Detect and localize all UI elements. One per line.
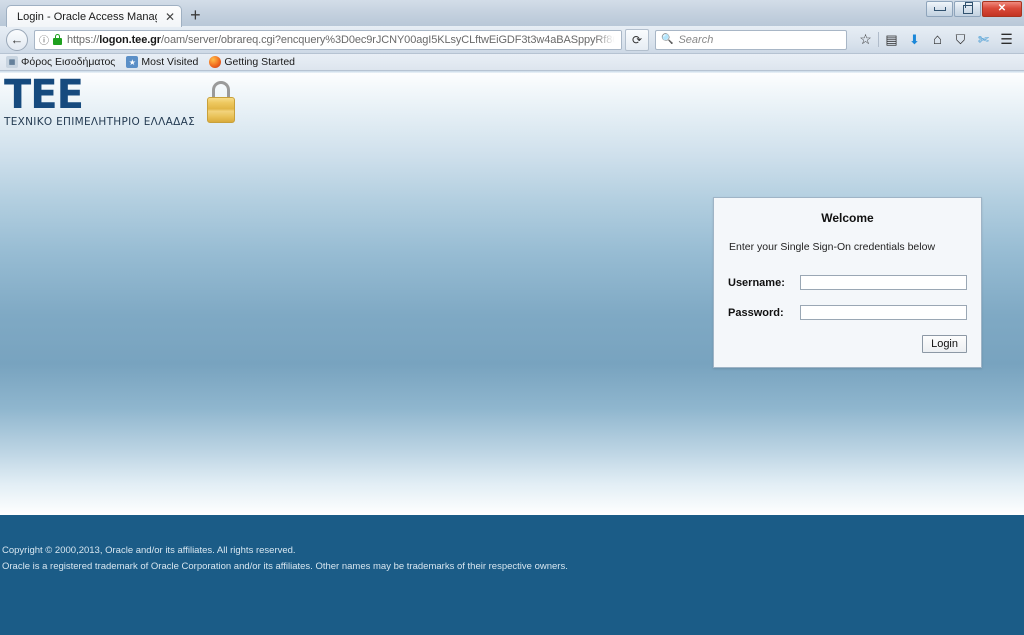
tee-logo-mark: ΤΕΕ	[4, 72, 84, 118]
search-placeholder: Search	[678, 33, 714, 46]
ssl-lock-icon	[53, 34, 62, 45]
home-icon[interactable]: ⌂	[926, 29, 949, 51]
copyright-line-1: Copyright © 2000,2013, Oracle and/or its…	[2, 545, 296, 556]
window-restore-button[interactable]	[954, 1, 981, 17]
login-panel-title: Welcome	[821, 211, 874, 225]
password-label: Password:	[728, 306, 784, 319]
window-close-button[interactable]: ✕	[982, 1, 1022, 17]
page-content: ΤΕΕ ΤΕΧΝΙΚΟ ΕΠΙΜΕΛΗΤΗΡΙΟ ΕΛΛΑΔΑΣ Welcome…	[0, 71, 1024, 515]
username-row: Username:	[728, 275, 967, 290]
most-visited-icon: ★	[126, 56, 139, 68]
brand-text: ΤΕΕ ΤΕΧΝΙΚΟ ΕΠΙΜΕΛΗΤΗΡΙΟ ΕΛΛΑΔΑΣ	[4, 72, 196, 128]
page-footer: Copyright © 2000,2013, Oracle and/or its…	[0, 515, 1024, 635]
username-label: Username:	[728, 276, 785, 289]
login-submit-button[interactable]: Login	[922, 335, 967, 353]
page-top-divider	[0, 71, 1024, 73]
navigation-toolbar: ← ⓘ https://logon.tee.gr/oam/server/obra…	[0, 26, 1024, 54]
login-panel-subtitle: Enter your Single Sign-On credentials be…	[729, 241, 936, 253]
close-icon: ✕	[997, 3, 1007, 14]
menu-hamburger-icon[interactable]: ☰	[995, 29, 1018, 51]
url-scheme: https://	[67, 33, 100, 46]
address-bar[interactable]: ⓘ https://logon.tee.gr/oam/server/obrare…	[34, 29, 622, 50]
new-tab-button[interactable]: +	[190, 6, 201, 24]
password-input[interactable]	[800, 305, 967, 320]
bookmark-foros-eisodimatos[interactable]: ▦ Φόρος Εισοδήματος	[6, 56, 115, 68]
pocket-icon[interactable]: ⛉	[949, 29, 972, 51]
search-icon: 🔍	[661, 34, 674, 45]
bookmarks-toolbar: ▦ Φόρος Εισοδήματος ★ Most Visited Getti…	[0, 54, 1024, 71]
bookmark-star-icon[interactable]: ☆	[854, 29, 877, 51]
toolbar-icons: ☆ ▤ ⬇ ⌂ ⛉ ✄ ☰	[854, 29, 1018, 51]
tab-login-oracle-access-manager[interactable]: Login - Oracle Access Manager 1 ✕	[6, 5, 183, 27]
url-path: /oam/server/obrareq.cgi?encquery%3D0ec9r…	[160, 33, 617, 46]
login-panel: Welcome Enter your Single Sign-On creden…	[713, 197, 982, 368]
downloads-icon[interactable]: ⬇	[903, 29, 926, 51]
username-input[interactable]	[800, 275, 967, 290]
sync-tools-icon[interactable]: ✄	[972, 29, 995, 51]
restore-icon	[962, 1, 973, 14]
bookmark-label: Most Visited	[141, 56, 199, 68]
window-controls: ✕	[926, 1, 1022, 17]
reload-button[interactable]: ⟳	[625, 28, 649, 51]
site-branding: ΤΕΕ ΤΕΧΝΙΚΟ ΕΠΙΜΕΛΗΤΗΡΙΟ ΕΛΛΑΔΑΣ	[4, 72, 236, 128]
copyright-line-2: Oracle is a registered trademark of Orac…	[2, 560, 568, 572]
bookmark-label: Φόρος Εισοδήματος	[21, 56, 116, 68]
minimize-icon	[933, 7, 946, 11]
reading-list-icon[interactable]: ▤	[880, 29, 903, 51]
firefox-icon	[209, 56, 222, 68]
tab-strip: Login - Oracle Access Manager 1 ✕ + ✕	[0, 0, 1024, 27]
bookmark-label: Getting Started	[224, 56, 295, 68]
login-button-row: Login	[728, 335, 967, 353]
tee-logo-subtitle: ΤΕΧΝΙΚΟ ΕΠΙΜΕΛΗΤΗΡΙΟ ΕΛΛΑΔΑΣ	[4, 115, 196, 128]
window-minimize-button[interactable]	[926, 1, 953, 17]
tab-close-icon[interactable]: ✕	[165, 11, 175, 23]
tax-site-icon: ▦	[6, 56, 18, 68]
browser-window: Login - Oracle Access Manager 1 ✕ + ✕ ← …	[0, 0, 1024, 635]
page-info-icon[interactable]: ⓘ	[39, 32, 49, 47]
toolbar-separator	[878, 32, 879, 47]
bookmark-most-visited[interactable]: ★ Most Visited	[126, 56, 198, 68]
password-row: Password:	[728, 305, 967, 320]
tab-title: Login - Oracle Access Manager 1	[17, 10, 157, 23]
search-box[interactable]: 🔍 Search	[655, 29, 847, 50]
back-button[interactable]: ←	[6, 28, 28, 51]
bookmark-getting-started[interactable]: Getting Started	[209, 56, 295, 68]
url-text: https://logon.tee.gr/oam/server/obrareq.…	[67, 34, 617, 46]
padlock-icon	[207, 81, 236, 123]
url-host: logon.tee.gr	[99, 33, 161, 46]
